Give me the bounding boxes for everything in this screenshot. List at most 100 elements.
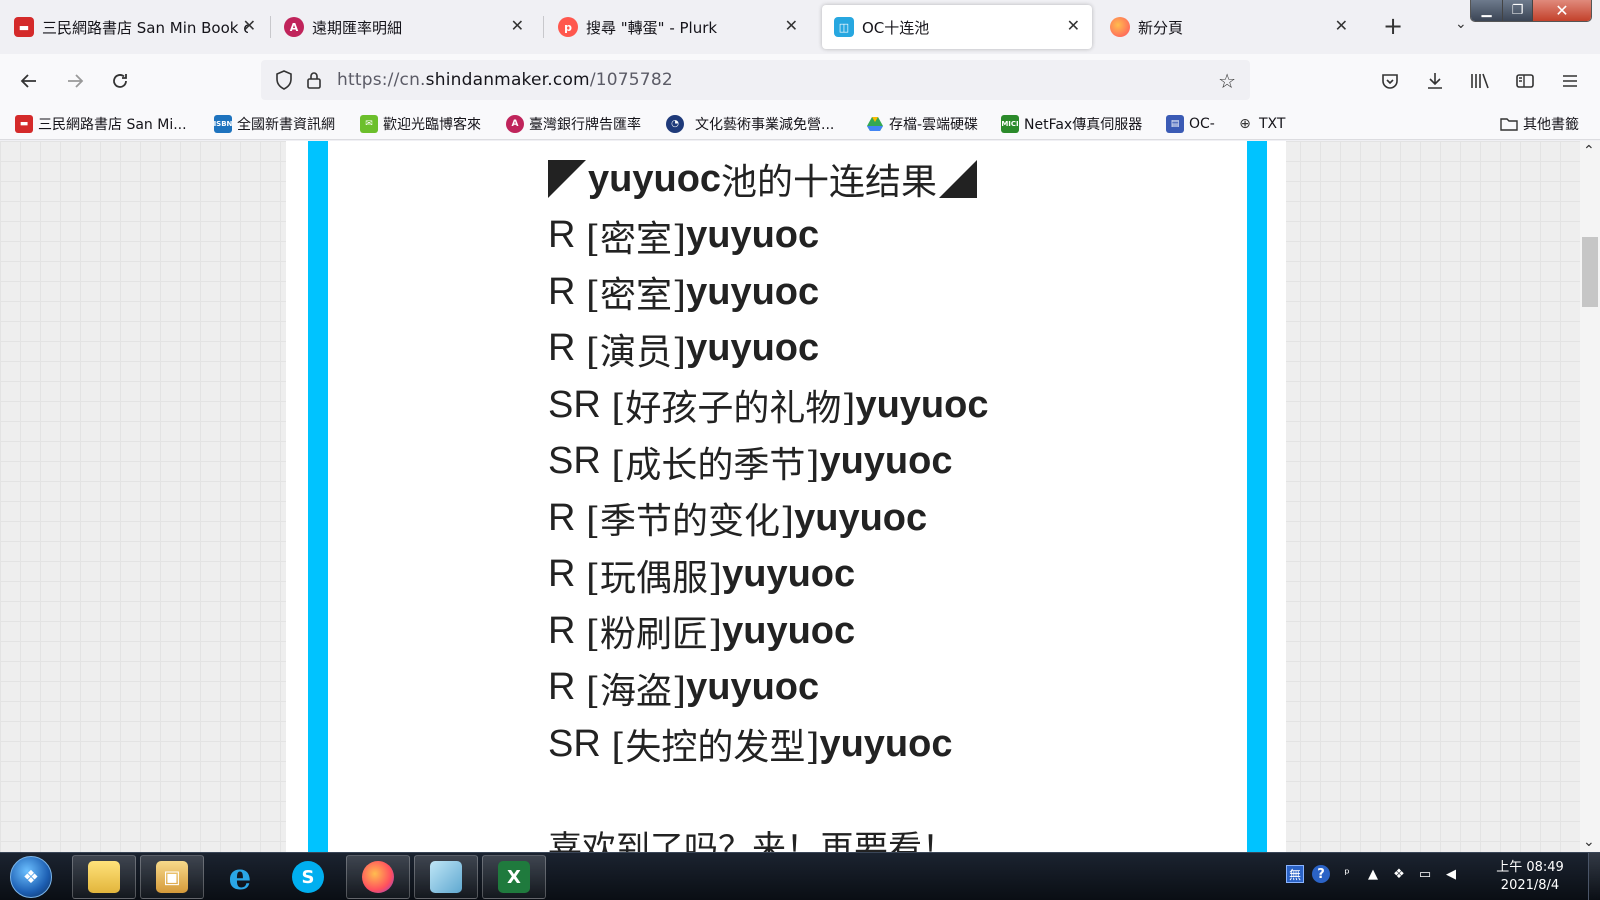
help-icon[interactable]: ?: [1312, 865, 1330, 883]
item-label: [演员]: [586, 331, 687, 373]
rarity-label: SR: [548, 722, 601, 765]
owner-name: yuyuoc: [855, 383, 989, 426]
skype-icon: S: [292, 861, 324, 893]
tab-plurk[interactable]: p 搜尋 "轉蛋" - Plurk ✕: [558, 5, 810, 49]
close-icon[interactable]: ✕: [243, 16, 256, 35]
scrollbar-thumb[interactable]: [1582, 237, 1598, 307]
bookmark-oc[interactable]: ▤ OC-: [1166, 114, 1215, 134]
tab-new[interactable]: 新分頁 ✕: [1104, 5, 1360, 49]
windows-logo-icon: ❖: [22, 866, 40, 888]
books-icon: ✉: [360, 115, 378, 133]
rarity-label: R: [548, 553, 576, 596]
bookmark-drive[interactable]: 存檔-雲端硬碟: [866, 114, 978, 134]
rarity-label: R: [548, 270, 576, 313]
tab-sanmin[interactable]: ▬ 三民網路書店 San Min Book c ✕: [10, 5, 262, 49]
ime-options-icon[interactable]: ᵖ: [1338, 865, 1356, 883]
minimize-button[interactable]: ▁: [1471, 0, 1503, 21]
bookmark-culture[interactable]: ◔ 文化藝術事業減免營...: [666, 114, 834, 134]
window-controls: ▁ ❐ ✕: [1470, 0, 1592, 22]
close-icon[interactable]: ✕: [511, 16, 524, 35]
taskbar-notepad[interactable]: [414, 855, 478, 899]
taskbar-excel[interactable]: X: [482, 855, 546, 899]
other-bookmarks[interactable]: 其他書籤: [1500, 114, 1579, 134]
owner-name: yuyuoc: [819, 722, 953, 765]
owner-name: yuyuoc: [686, 270, 820, 313]
taskbar-clock[interactable]: 上午 08:49 2021/8/4: [1490, 859, 1570, 895]
downloads-icon[interactable]: [1420, 66, 1450, 96]
owner-name: yuyuoc: [686, 327, 820, 370]
close-icon[interactable]: ✕: [785, 16, 798, 35]
taskbar-explorer[interactable]: [72, 855, 136, 899]
reload-button[interactable]: [105, 66, 135, 96]
url-text[interactable]: https://cn.shindanmaker.com/1075782: [337, 70, 673, 90]
start-button[interactable]: ❖: [10, 856, 52, 898]
scroll-up-icon[interactable]: ⌃: [1583, 143, 1595, 159]
result-row: SR [成长的季节] yuyuoc: [548, 434, 1248, 491]
pocket-icon[interactable]: [1375, 66, 1405, 96]
taskbar-ie[interactable]: e: [208, 855, 272, 899]
taskbar-photo-viewer[interactable]: ▣: [140, 855, 204, 899]
tab-separator: [543, 16, 544, 38]
plurk-icon: p: [558, 17, 578, 37]
close-icon[interactable]: ✕: [1067, 16, 1080, 35]
result-rows: R [密室] yuyuoc R [密室] yuyuoc R [演员] yuyuoc SR […: [548, 208, 1248, 773]
vertical-scrollbar[interactable]: ⌃ ⌄: [1580, 141, 1600, 852]
rarity-label: SR: [548, 440, 601, 483]
sanmin-icon: ▬: [15, 115, 33, 133]
menu-icon[interactable]: [1555, 66, 1585, 96]
close-icon[interactable]: ✕: [1335, 16, 1348, 35]
show-hidden-icons[interactable]: ▲: [1364, 865, 1382, 883]
result-row: SR [好孩子的礼物] yuyuoc: [548, 377, 1248, 434]
owner-name: yuyuoc: [722, 609, 856, 652]
library-icon[interactable]: [1465, 66, 1495, 96]
network-icon[interactable]: ▭: [1416, 865, 1434, 883]
item-label: [密室]: [586, 275, 687, 317]
list-tabs-icon[interactable]: ⌄: [1455, 16, 1467, 32]
tab-exchange-rate[interactable]: A 遠期匯率明細 ✕: [284, 5, 536, 49]
volume-muted-icon[interactable]: ◀: [1442, 865, 1460, 883]
owner-name: yuyuoc: [794, 496, 928, 539]
result-row: R [玩偶服] yuyuoc: [548, 547, 1248, 604]
forward-button[interactable]: [60, 66, 90, 96]
dropbox-icon[interactable]: ❖: [1390, 865, 1408, 883]
bookmark-sanmin[interactable]: ▬ 三民網路書店 San Mi...: [15, 114, 187, 134]
rarity-label: R: [548, 496, 576, 539]
accent-bar-left: [308, 141, 328, 852]
bookmark-isbn[interactable]: ISBN 全國新書資訊網: [214, 114, 335, 134]
drive-icon: [866, 115, 884, 133]
tracking-shield-icon[interactable]: [269, 70, 299, 90]
lock-icon[interactable]: [299, 71, 329, 89]
new-tab-button[interactable]: +: [1383, 12, 1403, 40]
scroll-down-icon[interactable]: ⌄: [1583, 834, 1595, 850]
follow-up-text: 喜欢到了吗？来！再要看！: [548, 829, 956, 852]
owner-name: yuyuoc: [686, 666, 820, 709]
shindanmaker-icon: ◫: [834, 17, 854, 37]
rarity-label: R: [548, 609, 576, 652]
bookmark-netfax[interactable]: MICI NetFax傳真伺服器: [1001, 114, 1142, 134]
taskbar-skype[interactable]: S: [276, 855, 340, 899]
page-viewport: yuyuoc 池的十连结果 R [密室] yuyuoc R [密室] yuyuoc R […: [0, 141, 1580, 852]
item-label: [季节的变化]: [586, 501, 795, 543]
bookmark-star-icon[interactable]: ☆: [1218, 69, 1236, 93]
maximize-button[interactable]: ❐: [1503, 0, 1533, 21]
explorer-icon: [88, 861, 120, 893]
globe-icon: ◔: [666, 115, 684, 133]
owner-name: yuyuoc: [819, 440, 953, 483]
sidebar-icon[interactable]: [1510, 66, 1540, 96]
corner-triangle-icon: [548, 160, 586, 199]
bookmark-txt[interactable]: ⊕ TXT: [1236, 114, 1285, 134]
notepad-icon: [430, 861, 462, 893]
accent-bar-right: [1247, 141, 1267, 852]
result-card: yuyuoc 池的十连结果 R [密室] yuyuoc R [密室] yuyuoc R […: [286, 141, 1286, 852]
show-desktop-button[interactable]: [1588, 853, 1600, 900]
bookmark-books[interactable]: ✉ 歡迎光臨博客來: [360, 114, 481, 134]
bookmark-bank[interactable]: A 臺灣銀行牌告匯率: [506, 114, 641, 134]
ime-indicator[interactable]: 無: [1286, 865, 1304, 883]
url-bar[interactable]: https://cn.shindanmaker.com/1075782 ☆: [261, 60, 1250, 100]
taskbar-firefox[interactable]: [346, 855, 410, 899]
item-label: [玩偶服]: [586, 557, 723, 599]
bank-icon: A: [284, 17, 304, 37]
window-close-button[interactable]: ✕: [1533, 0, 1591, 21]
back-button[interactable]: [14, 66, 44, 96]
tab-oc-pool[interactable]: ◫ OC十连池 ✕: [822, 5, 1092, 49]
